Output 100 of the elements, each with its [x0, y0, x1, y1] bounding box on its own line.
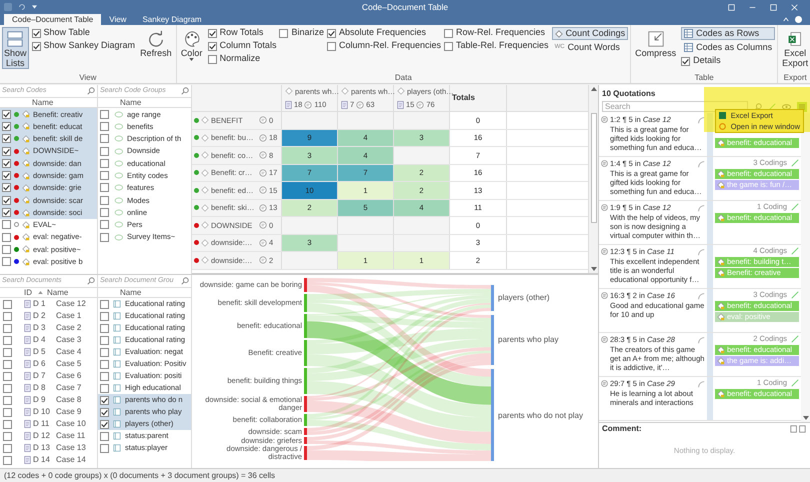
- checkbox[interactable]: [3, 300, 12, 308]
- scroll-down-icon[interactable]: [802, 414, 810, 422]
- checkbox[interactable]: [100, 220, 109, 230]
- pencil-icon[interactable]: [791, 290, 799, 298]
- checkbox[interactable]: [100, 408, 109, 416]
- column-header[interactable]: Name: [47, 286, 68, 298]
- ribbon-button[interactable]: Refresh: [138, 27, 174, 59]
- eye-icon[interactable]: [782, 104, 791, 110]
- restore-panel-icon[interactable]: [728, 4, 735, 10]
- checkbox[interactable]: [2, 208, 11, 218]
- checkbox[interactable]: [3, 384, 12, 392]
- checkbox[interactable]: [2, 158, 11, 168]
- checkbox[interactable]: [2, 171, 11, 180]
- document-name[interactable]: Case 2: [56, 322, 82, 334]
- help-icon[interactable]: [795, 16, 802, 23]
- column-header[interactable]: Name: [32, 96, 54, 108]
- checkbox[interactable]: [100, 444, 109, 452]
- checkbox[interactable]: [3, 312, 12, 320]
- document-name[interactable]: Case 9: [56, 406, 82, 418]
- column-header[interactable]: Name: [120, 286, 142, 298]
- checkbox[interactable]: [100, 336, 109, 344]
- checkbox[interactable]: [3, 444, 12, 452]
- collapse-ribbon-icon[interactable]: [783, 17, 789, 22]
- document-name[interactable]: Case 7: [56, 382, 82, 394]
- checkbox[interactable]: [3, 432, 12, 440]
- ribbon-button[interactable]: Excel Export: [780, 27, 810, 69]
- checkbox[interactable]: [100, 134, 109, 144]
- toggle-button[interactable]: Codes as Columns: [681, 41, 776, 54]
- document-name[interactable]: Case 6: [56, 370, 82, 382]
- ribbon-tab[interactable]: View: [101, 14, 134, 25]
- document-name[interactable]: Case 8: [56, 394, 82, 406]
- checkbox[interactable]: [3, 456, 12, 464]
- scrollbar[interactable]: [801, 113, 810, 422]
- column-header[interactable]: Name: [120, 96, 142, 108]
- checkbox[interactable]: [100, 300, 109, 308]
- pencil-icon[interactable]: [768, 102, 776, 110]
- checkbox[interactable]: [681, 56, 690, 66]
- checkbox[interactable]: [100, 171, 109, 180]
- checkbox[interactable]: [100, 420, 109, 428]
- checkbox[interactable]: [3, 360, 12, 368]
- checkbox[interactable]: [208, 28, 217, 38]
- checkbox[interactable]: [326, 28, 336, 38]
- document-name[interactable]: Case 14: [56, 454, 86, 466]
- checkbox[interactable]: [2, 220, 11, 230]
- document-name[interactable]: Case 11: [56, 430, 86, 442]
- checkbox[interactable]: [279, 28, 288, 38]
- checkbox[interactable]: [444, 42, 454, 50]
- scroll-down-icon[interactable]: [590, 265, 598, 273]
- checkbox[interactable]: [3, 420, 12, 428]
- ribbon-button[interactable]: Color: [178, 27, 205, 62]
- checkbox[interactable]: [100, 110, 109, 119]
- edit-comment-icon[interactable]: [789, 425, 807, 433]
- checkbox[interactable]: [100, 158, 109, 168]
- ribbon-button[interactable]: Show Lists: [2, 27, 29, 69]
- checkbox[interactable]: [100, 348, 109, 356]
- checkbox[interactable]: [2, 134, 11, 144]
- checkbox[interactable]: [100, 196, 109, 205]
- undo-icon[interactable]: [18, 3, 26, 11]
- scrollbar[interactable]: [588, 85, 598, 273]
- checkbox[interactable]: [100, 372, 109, 380]
- checkbox[interactable]: [3, 336, 12, 344]
- pencil-icon[interactable]: [791, 202, 799, 210]
- document-name[interactable]: Case 1: [56, 310, 82, 322]
- search-field[interactable]: Search: [602, 101, 748, 112]
- checkbox[interactable]: [100, 384, 109, 392]
- checkbox[interactable]: [2, 257, 11, 266]
- checkbox[interactable]: [100, 146, 109, 156]
- document-name[interactable]: Case 5: [56, 358, 82, 370]
- checkbox[interactable]: [100, 122, 109, 131]
- document-name[interactable]: Case 12: [56, 298, 86, 310]
- checkbox[interactable]: [208, 54, 217, 64]
- column-header[interactable]: ID: [24, 286, 38, 298]
- checkbox[interactable]: [100, 432, 109, 440]
- toggle-button[interactable]: Codes as Rows: [681, 27, 776, 40]
- pencil-icon[interactable]: [791, 334, 799, 342]
- checkbox[interactable]: [2, 244, 11, 254]
- close-icon[interactable]: [791, 4, 798, 10]
- checkbox[interactable]: [208, 42, 217, 50]
- checkbox[interactable]: [100, 208, 109, 218]
- pencil-icon[interactable]: [791, 158, 799, 166]
- document-name[interactable]: Case 3: [56, 334, 82, 346]
- toggle-button[interactable]: Count Codings: [552, 27, 628, 40]
- checkbox[interactable]: [2, 122, 11, 131]
- checkbox[interactable]: [3, 408, 12, 416]
- checkbox[interactable]: [444, 28, 454, 38]
- checkbox[interactable]: [100, 232, 109, 242]
- checkbox[interactable]: [3, 324, 12, 332]
- checkbox[interactable]: [3, 372, 12, 380]
- checkbox[interactable]: [3, 396, 12, 404]
- checkbox[interactable]: [100, 183, 109, 192]
- document-name[interactable]: Case 13: [56, 442, 86, 454]
- checkbox[interactable]: [32, 42, 41, 50]
- document-name[interactable]: Case 10: [56, 418, 86, 430]
- maximize-icon[interactable]: [770, 4, 777, 10]
- dropdown-icon[interactable]: [32, 5, 37, 9]
- checkbox[interactable]: [3, 348, 12, 356]
- checkbox[interactable]: [100, 396, 109, 404]
- ribbon-tab[interactable]: Sankey Diagram: [134, 14, 210, 25]
- checkbox[interactable]: [100, 324, 109, 332]
- checkbox[interactable]: [2, 196, 11, 205]
